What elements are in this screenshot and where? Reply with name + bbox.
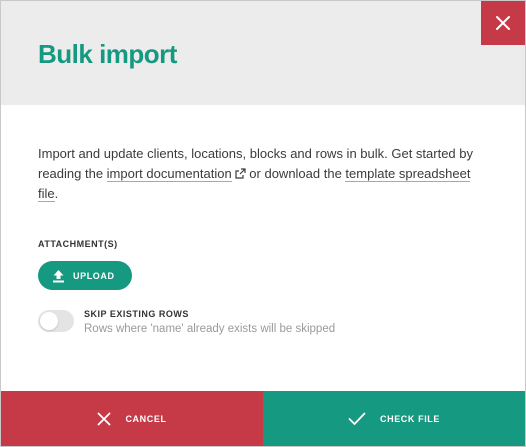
skip-existing-rows-hint: Rows where 'name' already exists will be… [84, 323, 336, 335]
dialog-header: Bulk import [1, 1, 525, 105]
checkmark-icon [348, 412, 366, 426]
check-file-button-label: CHECK FILE [380, 413, 440, 424]
external-link-icon [235, 168, 246, 179]
close-icon [97, 412, 111, 426]
cancel-button[interactable]: CANCEL [1, 391, 263, 446]
bulk-import-dialog: Bulk import Import and update clients, l… [0, 0, 526, 447]
upload-button[interactable]: UPLOAD [38, 261, 132, 290]
import-documentation-link-label: import documentation [106, 166, 232, 181]
intro-text-middle: or download the [245, 166, 346, 181]
skip-existing-rows-toggle[interactable] [38, 310, 74, 332]
upload-icon [52, 269, 65, 283]
skip-existing-rows-label: SKIP EXISTING ROWS [84, 309, 189, 319]
attachments-label: ATTACHMENT(S) [38, 239, 118, 249]
close-button[interactable] [481, 1, 525, 45]
cancel-button-label: CANCEL [125, 413, 167, 424]
dialog-title: Bulk import [38, 39, 177, 69]
intro-text-after: . [54, 186, 59, 201]
toggle-knob [40, 312, 58, 330]
check-file-button[interactable]: CHECK FILE [263, 391, 525, 446]
upload-button-label: UPLOAD [73, 270, 115, 281]
dialog-footer: CANCEL CHECK FILE [1, 391, 525, 446]
close-icon [496, 16, 510, 30]
intro-text: Import and update clients, locations, bl… [38, 144, 488, 204]
import-documentation-link[interactable]: import documentation [106, 166, 232, 182]
dialog-body: Import and update clients, locations, bl… [38, 144, 488, 204]
